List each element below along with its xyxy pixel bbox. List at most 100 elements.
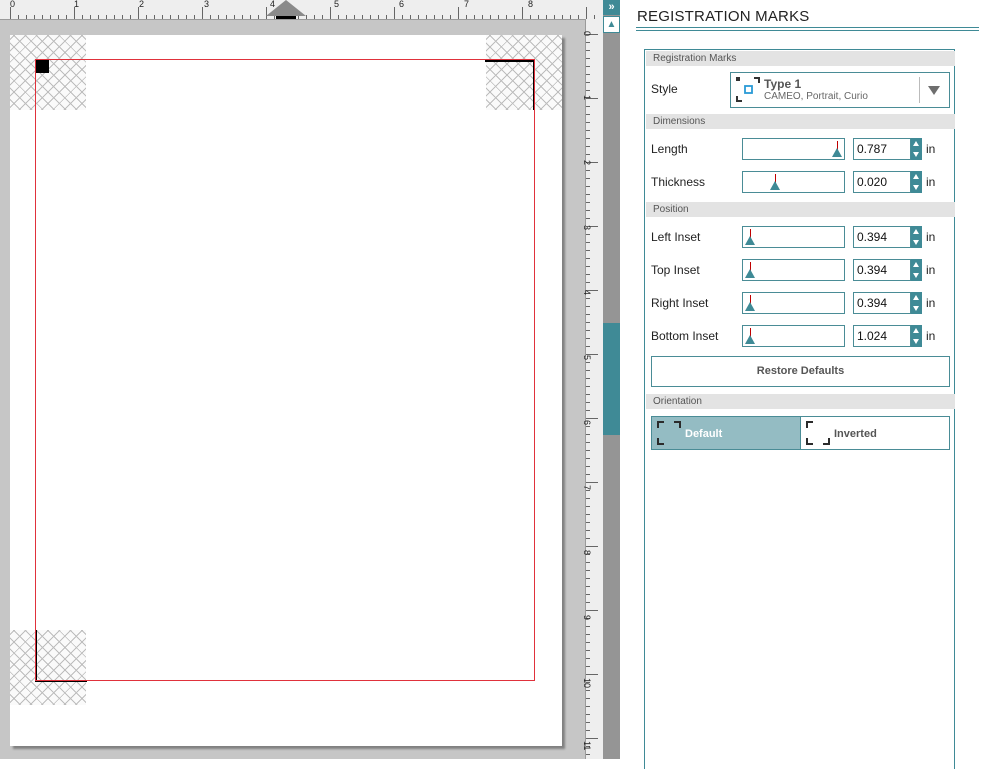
- ruler-tick: [586, 242, 590, 243]
- ruler-tick: [586, 418, 598, 419]
- thickness-slider[interactable]: [742, 171, 845, 193]
- ruler-label: 3: [582, 225, 592, 231]
- length-slider[interactable]: [742, 138, 845, 160]
- ruler-tick: [586, 498, 590, 499]
- ruler-tick: [586, 754, 590, 755]
- stepper-down-icon[interactable]: [913, 339, 919, 344]
- left-inset-slider[interactable]: [742, 226, 845, 248]
- left-inset-stepper[interactable]: [911, 226, 922, 248]
- stepper-down-icon[interactable]: [913, 306, 919, 311]
- length-slider-thumb[interactable]: [832, 148, 842, 157]
- ruler-tick: [586, 82, 590, 83]
- ruler-tick: [162, 15, 163, 19]
- ruler-tick: [322, 15, 323, 19]
- ruler-tick: [586, 610, 598, 611]
- ruler-tick: [426, 15, 427, 19]
- ruler-tick: [586, 706, 590, 707]
- ruler-tick: [586, 410, 590, 411]
- vertical-scrollbar[interactable]: » ▲: [603, 0, 620, 759]
- ruler-tick: [146, 15, 147, 19]
- ruler-tick: [586, 58, 590, 59]
- bottom-inset-stepper[interactable]: [911, 325, 922, 347]
- top-inset-stepper[interactable]: [911, 259, 922, 281]
- ruler-tick: [586, 50, 590, 51]
- ruler-tick: [586, 402, 590, 403]
- thickness-input[interactable]: 0.020: [853, 171, 911, 193]
- orientation-default-button[interactable]: Default: [651, 416, 801, 450]
- ruler-label: 9: [582, 615, 592, 621]
- orientation-inverted-button[interactable]: Inverted: [800, 416, 950, 450]
- panel-title: REGISTRATION MARKS: [637, 8, 810, 25]
- ruler-position-marker[interactable]: [266, 0, 306, 16]
- ruler-tick: [26, 15, 27, 19]
- stepper-up-icon[interactable]: [913, 174, 919, 179]
- style-dropdown[interactable]: Type 1 CAMEO, Portrait, Curio: [730, 72, 950, 108]
- stepper-up-icon[interactable]: [913, 295, 919, 300]
- ruler-tick: [458, 7, 459, 19]
- length-input[interactable]: 0.787: [853, 138, 911, 160]
- ruler-tick: [586, 562, 590, 563]
- title-divider: [636, 27, 979, 31]
- bottom-inset-input[interactable]: 1.024: [853, 325, 911, 347]
- scroll-up-button[interactable]: ▲: [603, 16, 620, 33]
- stepper-up-icon[interactable]: [913, 229, 919, 234]
- bottom-inset-slider-thumb[interactable]: [745, 335, 755, 344]
- stepper-down-icon[interactable]: [913, 273, 919, 278]
- ruler-tick: [114, 15, 115, 19]
- stepper-down-icon[interactable]: [913, 152, 919, 157]
- top-inset-input[interactable]: 0.394: [853, 259, 911, 281]
- stepper-up-icon[interactable]: [913, 262, 919, 267]
- ruler-tick: [354, 15, 355, 19]
- right-inset-input[interactable]: 0.394: [853, 292, 911, 314]
- thickness-slider-thumb[interactable]: [770, 181, 780, 190]
- stepper-down-icon[interactable]: [913, 185, 919, 190]
- ruler-tick: [586, 362, 590, 363]
- ruler-tick: [586, 714, 590, 715]
- top-inset-slider-thumb[interactable]: [745, 269, 755, 278]
- length-stepper[interactable]: [911, 138, 922, 160]
- ruler-tick: [586, 90, 590, 91]
- ruler-tick: [130, 15, 131, 19]
- chevron-down-icon[interactable]: [928, 86, 940, 95]
- stepper-down-icon[interactable]: [913, 240, 919, 245]
- ruler-label: 5: [582, 355, 592, 361]
- ruler-tick: [586, 450, 590, 451]
- right-inset-slider[interactable]: [742, 292, 845, 314]
- bottom-inset-label: Bottom Inset: [651, 329, 719, 343]
- design-canvas[interactable]: 0 1 2 3 4 5 6 7 8 0 1 2 3 4 5 6 7 8 9 10 11: [0, 0, 603, 759]
- ruler-tick: [586, 146, 590, 147]
- ruler-tick: [18, 15, 19, 19]
- ruler-tick: [586, 442, 590, 443]
- ruler-tick: [306, 15, 307, 19]
- ruler-tick: [586, 738, 598, 739]
- ruler-tick: [250, 15, 251, 19]
- left-inset-slider-thumb[interactable]: [745, 236, 755, 245]
- top-inset-slider[interactable]: [742, 259, 845, 281]
- bottom-inset-slider[interactable]: [742, 325, 845, 347]
- ruler-tick: [218, 15, 219, 19]
- cutting-mat-page[interactable]: [10, 35, 562, 746]
- left-inset-unit: in: [926, 230, 936, 244]
- ruler-tick: [402, 15, 403, 19]
- ruler-tick: [410, 15, 411, 19]
- right-inset-stepper[interactable]: [911, 292, 922, 314]
- ruler-tick: [586, 370, 590, 371]
- style-subtitle: CAMEO, Portrait, Curio: [764, 91, 868, 102]
- restore-defaults-button[interactable]: Restore Defaults: [651, 356, 950, 387]
- ruler-tick: [242, 15, 243, 19]
- registration-panel: REGISTRATION MARKS Registration Marks St…: [620, 0, 985, 769]
- scroll-thumb[interactable]: [603, 323, 620, 435]
- ruler-tick: [386, 15, 387, 19]
- thickness-stepper[interactable]: [911, 171, 922, 193]
- ruler-tick: [122, 15, 123, 19]
- stepper-up-icon[interactable]: [913, 141, 919, 146]
- orientation-default-label: Default: [685, 428, 723, 440]
- stepper-up-icon[interactable]: [913, 328, 919, 333]
- cut-border: [35, 59, 535, 681]
- ruler-tick: [586, 274, 590, 275]
- double-chevron-right-icon[interactable]: »: [603, 0, 620, 15]
- ruler-tick: [586, 218, 590, 219]
- left-inset-input[interactable]: 0.394: [853, 226, 911, 248]
- right-inset-slider-thumb[interactable]: [745, 302, 755, 311]
- ruler-tick: [586, 266, 590, 267]
